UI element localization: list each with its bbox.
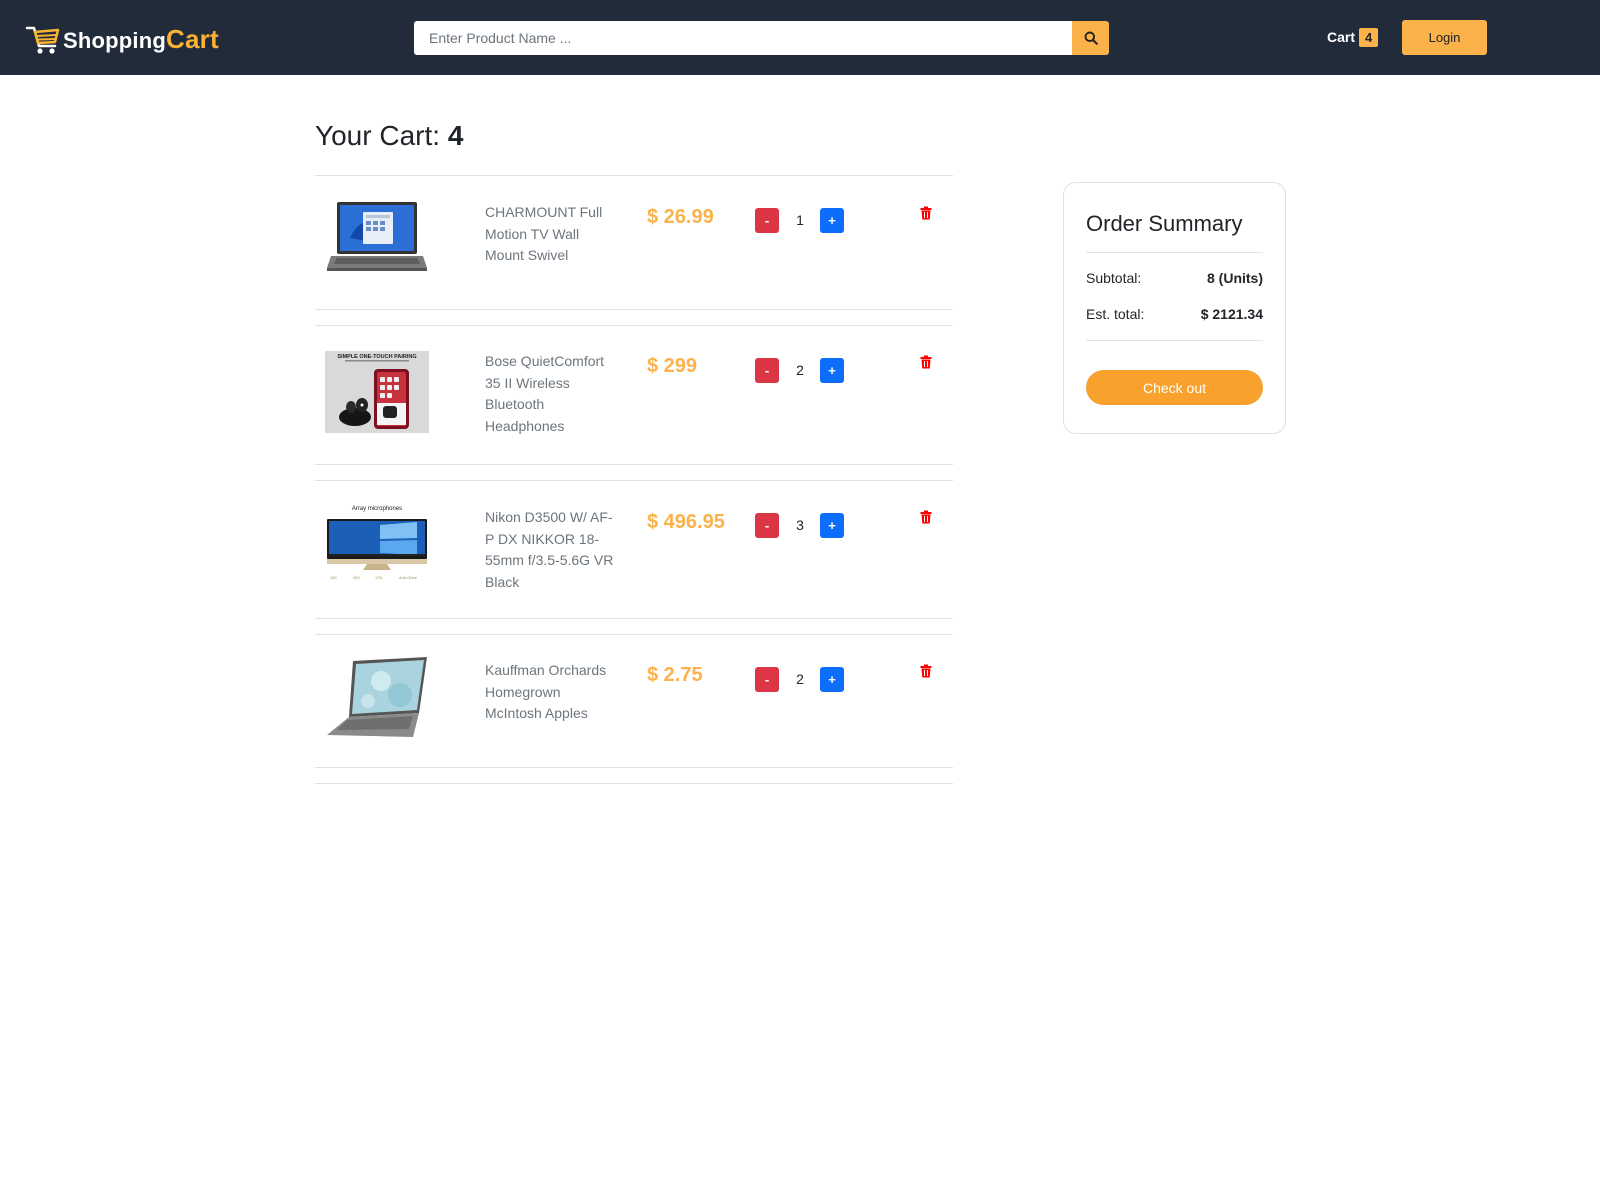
product-name[interactable]: CHARMOUNT Full Motion TV Wall Mount Swiv…: [485, 202, 620, 267]
subtotal-label: Subtotal:: [1086, 270, 1142, 286]
svg-text:Anti-Glare: Anti-Glare: [399, 575, 418, 580]
decrease-quantity-button[interactable]: -: [755, 358, 779, 383]
increase-quantity-button[interactable]: +: [820, 358, 844, 383]
product-price: $ 26.99: [647, 206, 714, 228]
cart-link[interactable]: Cart 4: [1327, 26, 1379, 48]
svg-text:100: 100: [330, 575, 337, 580]
product-price: $ 2.75: [647, 664, 703, 686]
product-image: Array microphones 100 260 178 Anti-Glare: [325, 503, 429, 585]
page-title-count: 4: [447, 120, 464, 151]
laptop-windows11-icon: [327, 202, 427, 271]
cart-item: CHARMOUNT Full Motion TV Wall Mount Swiv…: [315, 176, 953, 326]
checkout-button[interactable]: Check out: [1086, 370, 1263, 405]
quantity-value: 3: [796, 517, 804, 533]
laptop-icon: [327, 657, 427, 737]
increase-quantity-button[interactable]: +: [820, 667, 844, 692]
brand-name-shopping: Shopping: [63, 27, 167, 53]
product-price: $ 299: [647, 355, 698, 377]
decrease-quantity-button[interactable]: -: [755, 667, 779, 692]
divider: [315, 464, 953, 465]
divider: [1086, 252, 1263, 253]
cart-item: SIMPLE ONE-TOUCH PAIRING Bose QuietComfo…: [315, 326, 953, 476]
trash-icon[interactable]: [919, 664, 933, 678]
decrease-quantity-button[interactable]: -: [755, 513, 779, 538]
product-image-caption: Array microphones: [352, 506, 402, 512]
brand-name: ShoppingCart: [63, 24, 219, 55]
search-button[interactable]: [1072, 21, 1109, 55]
order-summary-card: Order Summary Subtotal: 8 (Units) Est. t…: [1063, 182, 1286, 434]
divider: [1086, 340, 1263, 341]
trash-icon[interactable]: [919, 206, 933, 220]
cart-item: Kauffman Orchards Homegrown McIntosh App…: [315, 635, 953, 785]
page-title: Your Cart: 4: [315, 120, 463, 152]
product-name[interactable]: Bose QuietComfort 35 II Wireless Bluetoo…: [485, 351, 620, 437]
divider: [315, 767, 953, 768]
product-image: [325, 657, 429, 739]
brand-logo[interactable]: ShoppingCart: [25, 22, 219, 56]
product-name[interactable]: Kauffman Orchards Homegrown McIntosh App…: [485, 660, 620, 725]
quantity-value: 2: [796, 362, 804, 378]
cart-count-badge: 4: [1359, 27, 1379, 47]
product-image: SIMPLE ONE-TOUCH PAIRING: [325, 351, 429, 433]
product-name[interactable]: Nikon D3500 W/ AF-P DX NIKKOR 18-55mm f/…: [485, 507, 620, 593]
search-icon: [1084, 31, 1098, 45]
increase-quantity-button[interactable]: +: [820, 208, 844, 233]
divider: [315, 618, 953, 619]
product-price: $ 496.95: [647, 511, 725, 533]
brand-name-cart: Cart: [166, 23, 219, 54]
navbar: ShoppingCart Cart 4 Login: [0, 0, 1600, 75]
svg-text:178: 178: [375, 575, 382, 580]
quantity-value: 1: [796, 212, 804, 228]
login-button[interactable]: Login: [1402, 20, 1487, 55]
increase-quantity-button[interactable]: +: [820, 513, 844, 538]
product-image-caption: SIMPLE ONE-TOUCH PAIRING: [337, 354, 416, 360]
trash-icon[interactable]: [919, 510, 933, 524]
est-total-label: Est. total:: [1086, 306, 1145, 322]
earbuds-phone-icon: SIMPLE ONE-TOUCH PAIRING: [325, 351, 429, 433]
order-summary-title: Order Summary: [1086, 211, 1243, 236]
shopping-cart-logo-icon: [25, 26, 60, 54]
decrease-quantity-button[interactable]: -: [755, 208, 779, 233]
divider: [315, 783, 953, 784]
search-input[interactable]: [414, 21, 1072, 55]
svg-text:260: 260: [353, 575, 360, 580]
page-title-label: Your Cart:: [315, 120, 441, 151]
search-bar: [414, 21, 1109, 55]
all-in-one-pc-icon: Array microphones 100 260 178 Anti-Glare: [327, 506, 427, 580]
product-image: [325, 198, 429, 280]
divider: [315, 309, 953, 310]
trash-icon[interactable]: [919, 355, 933, 369]
subtotal-value: 8 (Units): [1207, 270, 1263, 286]
est-total-value: $ 2121.34: [1200, 306, 1263, 322]
cart-link-label: Cart: [1327, 29, 1356, 45]
quantity-value: 2: [796, 671, 804, 687]
cart-item: Array microphones 100 260 178 Anti-Glare Ni…: [315, 481, 953, 631]
